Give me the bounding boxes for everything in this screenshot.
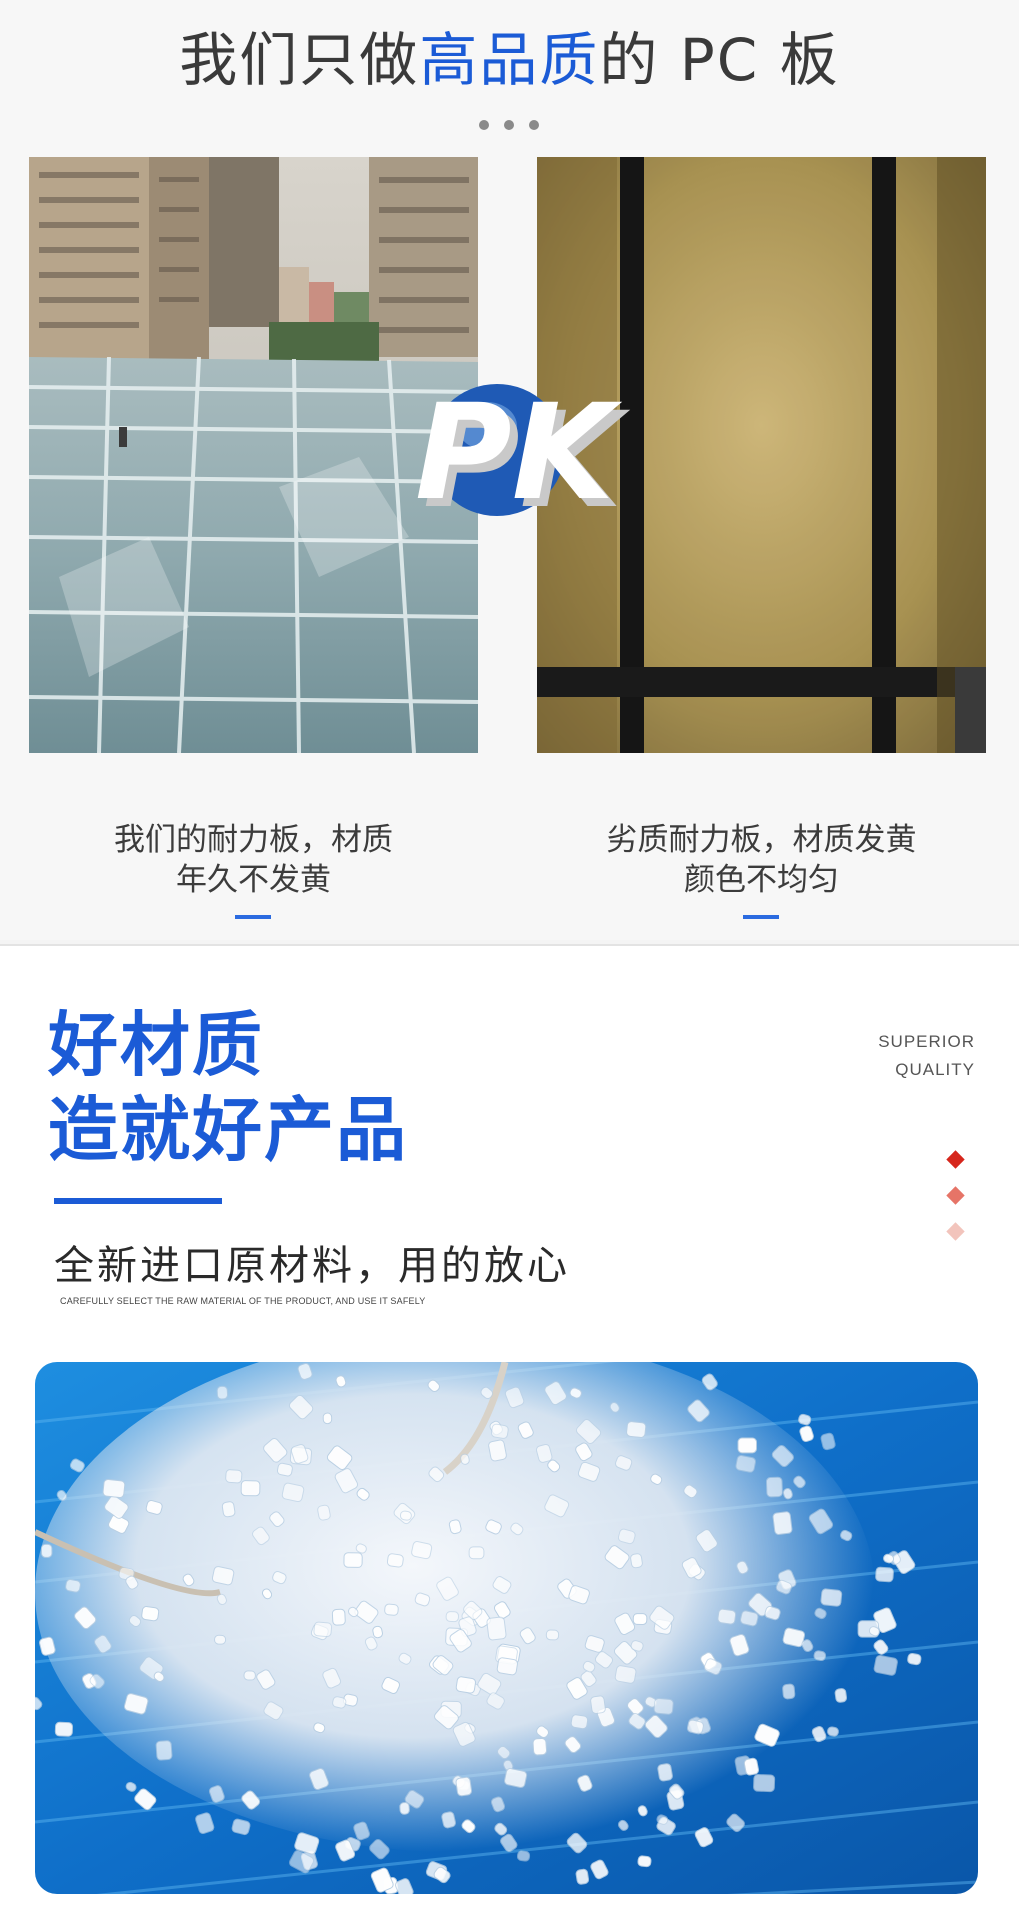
page-title: 我们只做高品质的 PC 板: [0, 22, 1019, 98]
raw-material-subline-en: CAREFULLY SELECT THE RAW MATERIAL OF THE…: [60, 1296, 426, 1306]
superior-label-line2: QUALITY: [895, 1060, 975, 1079]
good-caption: 我们的耐力板，材质 年久不发黄: [29, 820, 478, 900]
bad-caption-line1: 劣质耐力板，材质发黄: [606, 822, 917, 858]
pk-logo-icon: PK PK: [405, 368, 645, 538]
caption-underline: [743, 915, 779, 919]
heading-underline: [54, 1198, 222, 1204]
pk-logo-text: PK: [415, 376, 623, 530]
title-post: 的 PC 板: [599, 26, 840, 94]
title-highlight: 高品质: [419, 26, 600, 94]
quality-heading-line1: 好材质: [48, 1004, 264, 1086]
bad-caption: 劣质耐力板，材质发黄 颜色不均匀: [537, 820, 986, 900]
superior-label-line1: SUPERIOR: [878, 1032, 975, 1051]
quality-heading-line2: 造就好产品: [48, 1089, 408, 1171]
title-dots-decoration: [479, 120, 539, 132]
good-caption-line2: 年久不发黄: [176, 862, 331, 898]
title-pre: 我们只做: [179, 26, 420, 94]
pc-granules-photo: [35, 1362, 978, 1894]
superior-quality-label: SUPERIOR QUALITY: [878, 1028, 975, 1084]
raw-material-subline: 全新进口原材料，用的放心: [54, 1243, 570, 1289]
bad-caption-line2: 颜色不均匀: [684, 862, 839, 898]
caption-underline: [235, 915, 271, 919]
good-caption-line1: 我们的耐力板，材质: [114, 822, 393, 858]
